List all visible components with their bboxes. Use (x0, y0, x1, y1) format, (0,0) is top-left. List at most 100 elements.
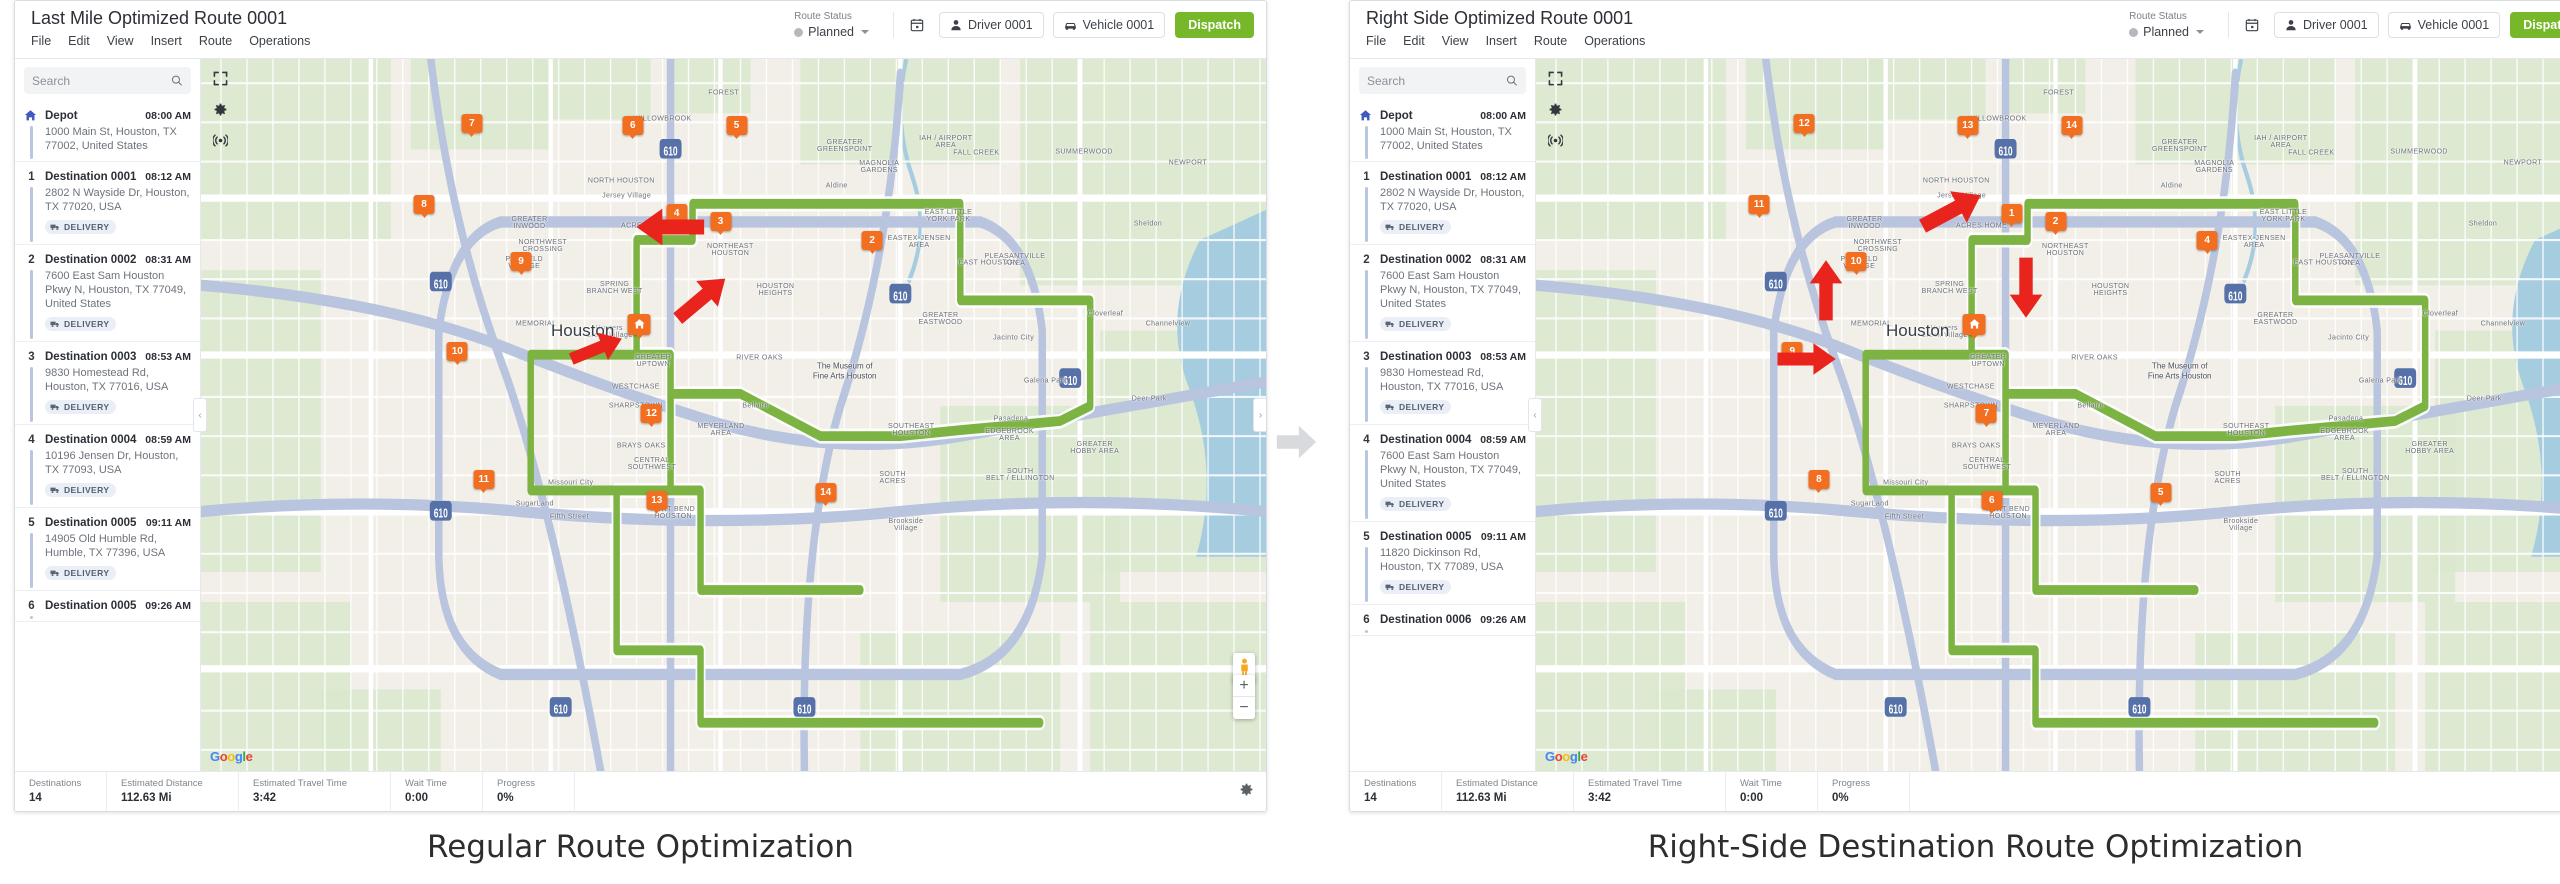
left-comparison-side: Last Mile Optimized Route 0001 File Edit… (14, 0, 1267, 866)
fullscreen-button[interactable] (210, 68, 230, 88)
map-left-controls (1545, 68, 1565, 150)
map-area[interactable]: 610 610 610 610 610 610 610 (201, 59, 1266, 771)
stop-list-item[interactable]: 1 Destination 0001 08:12 AM 2802 N Wayside … (15, 162, 200, 245)
search-input[interactable] (1367, 73, 1507, 88)
vehicle-button[interactable]: Vehicle 0001 (1052, 12, 1166, 38)
map-stop-marker[interactable]: 9 (510, 252, 532, 276)
stop-name: Destination 0005 (45, 600, 137, 612)
map-stop-marker[interactable]: 2 (861, 230, 883, 254)
truck-icon (1385, 584, 1394, 591)
calendar-button[interactable] (904, 12, 930, 38)
map-canvas[interactable]: 610 610 610 610 610 610 610 (201, 59, 1266, 771)
menu-view[interactable]: View (107, 34, 134, 49)
stop-list-item[interactable]: Depot 08:00 AM 1000 Main St, Houston, TX 7… (1350, 101, 1535, 162)
sidebar-collapse-handle[interactable]: ‹ (1528, 398, 1542, 432)
map-stop-marker[interactable]: 13 (1957, 116, 1979, 140)
map-radar-button[interactable] (210, 130, 230, 150)
map-radar-button[interactable] (1545, 130, 1565, 150)
stop-name: Destination 0004 (45, 434, 137, 446)
menu-route[interactable]: Route (1534, 34, 1567, 49)
menu-insert[interactable]: Insert (151, 34, 182, 49)
route-stats-bar: Destinations 14 Estimated Distance 112.6… (1350, 771, 2560, 811)
driver-button[interactable]: Driver 0001 (2273, 12, 2379, 38)
map-stop-marker[interactable]: 11 (1748, 194, 1770, 218)
fullscreen-button[interactable] (1545, 68, 1565, 88)
chevron-down-icon (860, 30, 869, 34)
map-zoom-controls[interactable]: + − (1233, 675, 1255, 719)
menu-edit[interactable]: Edit (68, 34, 90, 49)
menu-view[interactable]: View (1442, 34, 1469, 49)
stop-list-item[interactable]: 3 Destination 0003 08:53 AM 9830 Homestead … (1350, 342, 1535, 425)
zoom-out-button[interactable]: − (1233, 697, 1255, 719)
stop-list-item[interactable]: 6 Destination 0006 09:26 AM (1350, 605, 1535, 636)
stats-settings-button[interactable] (1239, 782, 1254, 802)
map-stop-marker[interactable]: 11 (473, 470, 495, 494)
stop-list-item[interactable]: 2 Destination 0002 08:31 AM 7600 East Sam H… (1350, 245, 1535, 342)
map-stop-marker[interactable]: 2 (2045, 211, 2067, 235)
stop-list[interactable]: Depot 08:00 AM 1000 Main St, Houston, TX 7… (1350, 101, 1535, 771)
chevron-down-icon (2195, 30, 2204, 34)
map-stop-marker[interactable]: 6 (622, 116, 644, 140)
stop-list-item[interactable]: 6 Destination 0005 09:26 AM (15, 591, 200, 622)
stop-list-item[interactable]: Depot 08:00 AM 1000 Main St, Houston, TX 7… (15, 101, 200, 162)
map-area[interactable]: 610 610 610 610 610 610 610 (1536, 59, 2560, 771)
calendar-button[interactable] (2239, 12, 2265, 38)
route-status-dropdown[interactable]: Route Status Planned (794, 11, 883, 39)
map-stop-marker[interactable]: 6 (1981, 490, 2003, 514)
stop-list-item[interactable]: 2 Destination 0002 08:31 AM 7600 East Sam H… (15, 245, 200, 342)
route-status-dropdown[interactable]: Route Status Planned (2129, 11, 2218, 39)
menu-operations[interactable]: Operations (249, 34, 310, 49)
map-stop-marker[interactable]: 14 (2061, 116, 2083, 140)
menu-operations[interactable]: Operations (1584, 34, 1645, 49)
map-stop-marker[interactable]: 12 (640, 403, 662, 427)
stop-list-item[interactable]: 4 Destination 0004 08:59 AM 7600 East Sam H… (1350, 425, 1535, 522)
stop-list-item[interactable]: 5 Destination 0005 09:11 AM 11820 Dickinson… (1350, 522, 1535, 605)
menu-insert[interactable]: Insert (1486, 34, 1517, 49)
stop-list-item[interactable]: 4 Destination 0004 08:59 AM 10196 Jensen Dr… (15, 425, 200, 508)
map-stop-marker[interactable]: 14 (815, 483, 837, 507)
stat-value: 0% (497, 792, 514, 804)
map-stop-marker[interactable]: 8 (413, 194, 435, 218)
map-stop-marker[interactable]: 5 (2150, 483, 2172, 507)
map-stop-marker[interactable]: 10 (1845, 252, 1867, 276)
map-stop-marker[interactable]: 1 (2001, 204, 2023, 228)
map-area-label: RIVER OAKS (736, 354, 783, 362)
vehicle-button[interactable]: Vehicle 0001 (2387, 12, 2501, 38)
menu-edit[interactable]: Edit (1403, 34, 1425, 49)
search-box[interactable] (24, 67, 191, 94)
map-stop-marker[interactable]: 7 (461, 114, 483, 138)
map-settings-button[interactable] (1545, 99, 1565, 119)
menu-file[interactable]: File (31, 34, 51, 49)
map-stop-marker[interactable]: 5 (726, 116, 748, 140)
map-stop-marker[interactable]: 4 (2196, 230, 2218, 254)
map-area-label: EASTEX-JENSEN AREA (887, 235, 951, 250)
stop-list-item[interactable]: 3 Destination 0003 08:53 AM 9830 Homestead … (15, 342, 200, 425)
map-stop-marker[interactable]: 8 (1808, 470, 1830, 494)
driver-button[interactable]: Driver 0001 (938, 12, 1044, 38)
stop-name: Depot (1380, 110, 1413, 122)
dispatch-button[interactable]: Dispatch (2510, 12, 2560, 38)
map-depot-marker[interactable] (627, 313, 651, 339)
map-settings-button[interactable] (210, 99, 230, 119)
sidebar-collapse-handle[interactable]: ‹ (193, 398, 207, 432)
truck-icon (1385, 501, 1394, 508)
map-stop-marker[interactable]: 13 (646, 490, 668, 514)
map-panel-collapse-handle[interactable]: › (1253, 398, 1266, 432)
stop-list-item[interactable]: 5 Destination 0005 09:11 AM 14905 Old Humbl… (15, 508, 200, 591)
zoom-in-button[interactable]: + (1233, 675, 1255, 697)
dispatch-button[interactable]: Dispatch (1175, 12, 1254, 38)
stop-name: Destination 0001 (1380, 171, 1472, 183)
search-box[interactable] (1359, 67, 1526, 94)
menubar: File Edit View Insert Route Operations (1366, 34, 2129, 49)
map-stop-marker[interactable]: 7 (1975, 403, 1997, 427)
map-stop-marker[interactable]: 12 (1793, 114, 1815, 138)
menu-file[interactable]: File (1366, 34, 1386, 49)
stop-list-item[interactable]: 1 Destination 0001 08:12 AM 2802 N Wayside … (1350, 162, 1535, 245)
stop-list[interactable]: Depot 08:00 AM 1000 Main St, Houston, TX 7… (15, 101, 200, 771)
map-stop-marker[interactable]: 3 (710, 211, 732, 235)
map-stop-marker[interactable]: 10 (446, 342, 468, 366)
map-canvas[interactable]: 610 610 610 610 610 610 610 (1536, 59, 2560, 771)
search-input[interactable] (32, 73, 172, 88)
map-depot-marker[interactable] (1962, 313, 1986, 339)
menu-route[interactable]: Route (199, 34, 232, 49)
